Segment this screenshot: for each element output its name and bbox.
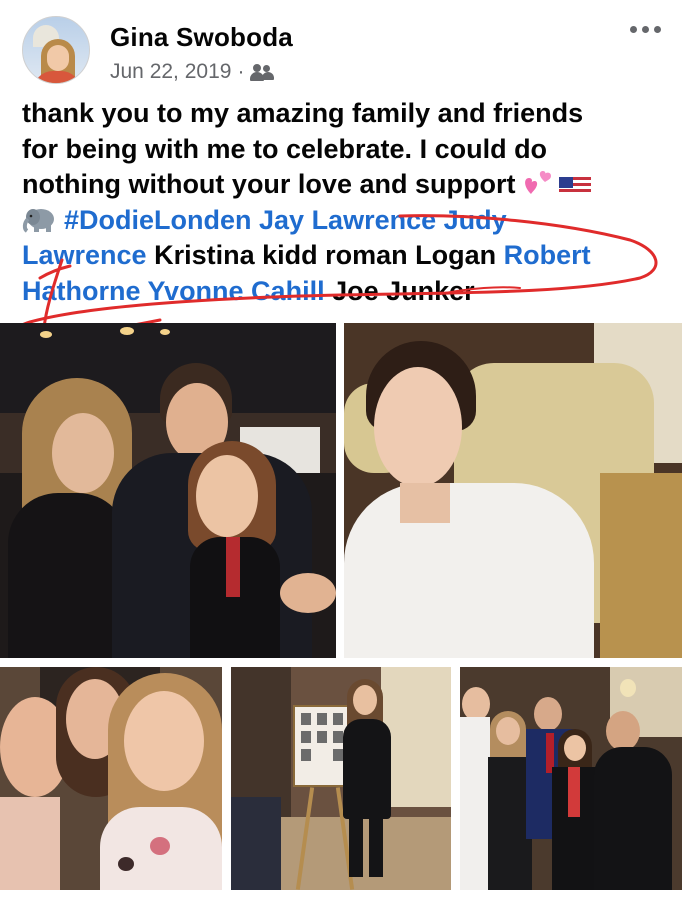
photo-young-man-armchair[interactable] [344, 323, 682, 658]
meta-separator: · [237, 60, 245, 83]
post-text-line-5: Lawrence Kristina kidd roman Logan Rober… [22, 238, 662, 274]
post-meta: Jun 22, 2019 · [110, 60, 275, 84]
tag-yvonne-cahill[interactable]: Yvonne Cahill [148, 276, 325, 306]
tag-robert-hathorne-first[interactable]: Robert [504, 240, 591, 270]
photo-group-restaurant[interactable] [0, 323, 336, 658]
growing-heart-emoji [523, 170, 553, 196]
author-avatar[interactable] [22, 16, 90, 84]
author-name[interactable]: Gina Swoboda [110, 22, 293, 53]
more-options-icon[interactable] [630, 22, 666, 36]
tag-judy-lawrence-first[interactable]: Judy [444, 205, 507, 235]
plain-name-joe-junker: Joe Junker [332, 275, 475, 306]
post-text-line-1: thank you to my amazing family and frien… [22, 98, 584, 128]
photo-selfie-three[interactable] [0, 667, 222, 890]
post-text: thank you to my amazing family and frien… [22, 96, 662, 309]
post-header: Gina Swoboda Jun 22, 2019 · [0, 0, 682, 92]
photo-woman-with-poster[interactable] [231, 667, 451, 890]
post-text-line-6: Hathorne Yvonne Cahill Joe Junker [22, 274, 662, 310]
tag-judy-lawrence-last[interactable]: Lawrence [22, 240, 147, 270]
tag-dodie-londen[interactable]: #DodieLonden [64, 205, 252, 235]
tag-robert-hathorne-last[interactable]: Hathorne [22, 276, 141, 306]
post-text-line-2: for being with me to celebrate. I could … [22, 133, 548, 164]
photo-group-six[interactable] [460, 667, 682, 890]
elephant-emoji [22, 205, 56, 233]
post-date[interactable]: Jun 22, 2019 [110, 60, 231, 84]
plain-name-kristina: Kristina kidd roman Logan [154, 240, 497, 270]
tag-jay-lawrence[interactable]: Jay Lawrence [259, 205, 436, 235]
post-text-line-3-text: nothing without your love and support [22, 169, 516, 199]
us-flag-emoji [558, 173, 591, 195]
post-text-line-4: #DodieLonden Jay Lawrence Judy [22, 203, 662, 239]
friends-icon[interactable] [250, 63, 275, 81]
post-text-line-3: nothing without your love and support [22, 167, 662, 203]
